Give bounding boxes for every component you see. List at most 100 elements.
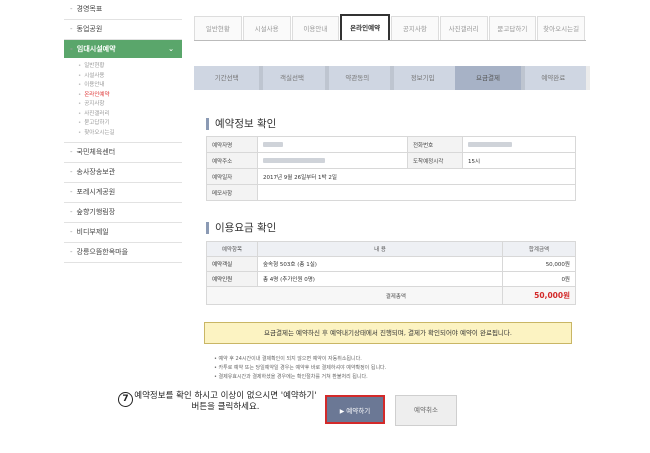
payment-notice: 요금결제는 예약하신 후 예약내기상태에서 진행되며, 결제가 확인되어야 예약… xyxy=(204,322,572,344)
table-row: 예약일자 2017년 9월 26일부터 1박 2일 xyxy=(206,168,576,185)
step-payment: 요금결제 xyxy=(455,66,525,90)
sidebar-item-label: 비디부제일 xyxy=(76,228,109,236)
reservation-info-table: 예약자명 전화번호 예약주소 도착예정시각 15시 예약일자 2017년 9월 … xyxy=(206,136,577,201)
header-content: 내 용 xyxy=(257,241,503,257)
step-complete: 예약완료 xyxy=(521,66,591,90)
redacted-value xyxy=(263,141,283,147)
table-row: 예약인원 총 4명 (추가인원 0명) 0원 xyxy=(206,271,576,287)
list-item: • 결제유효시간과 결제하셨을 경우에는 확인절차를 거쳐 환불처리 됩니다. xyxy=(214,374,368,380)
table-row: 예약주소 도착예정시각 15시 xyxy=(206,152,577,169)
sidebar-item-hanok-village[interactable]: - 강릉으뜸한옥마을 xyxy=(64,243,182,263)
submenu-item-guide[interactable]: • 이용안내 xyxy=(78,81,182,91)
sidebar-item-sports-center[interactable]: - 국민체육센터 xyxy=(64,143,182,163)
row-amount: 0원 xyxy=(502,271,576,287)
sidebar-item-park[interactable]: - 동업공원 xyxy=(64,20,182,40)
label-date: 예약일자 xyxy=(206,168,258,185)
value-phone xyxy=(461,136,577,153)
sidebar-item-label: 숲향기행림장 xyxy=(76,208,116,216)
reserve-button-label: 예약하기 xyxy=(346,407,371,415)
submenu-item-online-reservation[interactable]: • 온라인예약 xyxy=(78,91,182,101)
sidebar-item-storage[interactable]: - 송사장송보관 xyxy=(64,163,182,183)
step-number-badge: 7 xyxy=(118,392,133,407)
submenu-label: 이용안내 xyxy=(84,82,105,88)
fee-info-title: 이용요금 확인 xyxy=(206,222,276,234)
row-label: 예약인원 xyxy=(206,271,258,287)
list-item: • 예약 후 24시간이내 결제확인이 되지 않으면 예약이 자동취소됩니다. xyxy=(214,356,362,362)
submenu-item-notice[interactable]: • 공지사항 xyxy=(78,100,182,110)
main-content: 일반현황 시설사용 이용안내 온라인예약 공지사항 사진갤러리 묻고답하기 찾아… xyxy=(194,0,591,453)
label-arrival: 도착예정시각 xyxy=(406,152,463,169)
submenu-item-qna[interactable]: • 묻고답하기 xyxy=(78,119,182,129)
sidebar-item-forest-walk[interactable]: - 숲향기행림장 xyxy=(64,203,182,223)
total-row: 결제총액 50,000원 xyxy=(206,286,576,305)
total-label: 결제총액 xyxy=(206,286,503,305)
tab-online-reservation[interactable]: 온라인예약 xyxy=(340,14,390,40)
sidebar-submenu: • 일반현황 • 시설사용 • 이용안내 • 온라인예약 • 공지사항 • 사진갤러리 • 묻… xyxy=(64,58,182,143)
list-item: • 카투로 예약 또는 당일예약일 경우는 예약후 바로 결제하셔야 예약확정이… xyxy=(214,365,387,371)
tab-qna[interactable]: 묻고답하기 xyxy=(488,16,537,40)
reservation-steps: 기간선택 객실선택 약관동의 정보기입 요금결제 예약완료 xyxy=(194,66,591,90)
submenu-label: 공지사항 xyxy=(84,101,105,107)
step-info: 정보기입 xyxy=(390,66,460,90)
cancel-button[interactable]: 예약취소 xyxy=(395,395,457,426)
submenu-item-facility[interactable]: • 시설사용 xyxy=(78,72,182,82)
value-name xyxy=(257,136,408,153)
row-content: 숲속형 503호 (총 1실) xyxy=(257,256,503,272)
sidebar-item-label: 임대시설예약 xyxy=(76,45,116,53)
table-row: 메모사항 xyxy=(206,184,576,201)
step-room: 객실선택 xyxy=(259,66,330,90)
sidebar-item-video[interactable]: - 비디부제일 xyxy=(64,223,182,243)
submenu-item-directions[interactable]: • 찾아오시는길 xyxy=(78,129,182,139)
sidebar-item-forest-park[interactable]: - 포레시계공원 xyxy=(64,183,182,203)
tab-gallery[interactable]: 사진갤러리 xyxy=(439,16,488,40)
tab-guide[interactable]: 이용안내 xyxy=(291,16,340,40)
notes-list: • 예약 후 24시간이내 결제확인이 되지 않으면 예약이 자동취소됩니다. … xyxy=(214,355,574,382)
instruction-annotation: 예약정보를 확인 하시고 이상이 없으시면 '예약하기' 버튼을 클릭하세요. xyxy=(134,391,317,412)
step-period: 기간선택 xyxy=(194,66,264,90)
table-header-row: 예약항목 내 용 합계금액 xyxy=(206,241,576,257)
redacted-value xyxy=(263,157,325,163)
sidebar-item-goal[interactable]: - 경영목표 xyxy=(64,0,182,20)
row-amount: 50,000원 xyxy=(502,256,576,272)
fee-table: 예약항목 내 용 합계금액 예약객실 숲속형 503호 (총 1실) 50,00… xyxy=(206,241,576,305)
sidebar-item-label: 포레시계공원 xyxy=(76,188,116,196)
note-text: 예약 후 24시간이내 결제확인이 되지 않으면 예약이 자동취소됩니다. xyxy=(218,356,362,362)
label-name: 예약자명 xyxy=(206,136,258,153)
submenu-item-gallery[interactable]: • 사진갤러리 xyxy=(78,110,182,120)
step-terms: 약관동의 xyxy=(325,66,395,90)
tab-facility[interactable]: 시설사용 xyxy=(242,16,291,40)
chevron-down-icon: ⌄ xyxy=(168,45,174,53)
row-label: 예약객실 xyxy=(206,256,258,272)
redacted-value xyxy=(467,141,512,147)
reserve-button[interactable]: ▶ 예약하기 xyxy=(325,395,385,424)
note-text: 결제유효시간과 결제하셨을 경우에는 확인절차를 거쳐 환불처리 됩니다. xyxy=(218,374,368,380)
submenu-label: 찾아오시는길 xyxy=(84,129,115,136)
submenu-label: 사진갤러리 xyxy=(84,110,110,117)
row-content: 총 4명 (추가인원 0명) xyxy=(257,271,503,287)
submenu-label: 시설사용 xyxy=(84,72,105,79)
table-row: 예약자명 전화번호 xyxy=(206,136,577,153)
table-row: 예약객실 숲속형 503호 (총 1실) 50,000원 xyxy=(206,256,576,272)
header-amount: 합계금액 xyxy=(502,241,576,257)
label-phone: 전화번호 xyxy=(406,136,463,153)
tab-overview[interactable]: 일반현황 xyxy=(194,16,242,40)
sidebar-item-label: 강릉으뜸한옥마을 xyxy=(76,248,129,256)
submenu-label: 온라인예약 xyxy=(84,91,110,98)
submenu-item-overview[interactable]: • 일반현황 xyxy=(78,62,182,72)
tab-directions[interactable]: 찾아오시는길 xyxy=(537,16,585,40)
sidebar-item-label: 경영목표 xyxy=(76,5,103,13)
sidebar-item-label: 국민체육센터 xyxy=(76,148,116,156)
value-date: 2017년 9월 26일부터 1박 2일 xyxy=(257,168,576,185)
value-note xyxy=(257,184,576,201)
sidebar-item-rental-reservation[interactable]: - 임대시설예약 ⌄ xyxy=(64,40,182,58)
note-text: 카투로 예약 또는 당일예약일 경우는 예약후 바로 결제하셔야 예약확정이 됩… xyxy=(218,365,387,371)
submenu-label: 묻고답하기 xyxy=(84,120,110,126)
header-item: 예약항목 xyxy=(206,241,258,257)
sidebar-item-label: 송사장송보관 xyxy=(76,168,116,176)
label-address: 예약주소 xyxy=(206,152,258,169)
tab-notice[interactable]: 공지사항 xyxy=(391,16,439,40)
value-address xyxy=(257,152,408,169)
sidebar-item-label: 동업공원 xyxy=(76,25,103,33)
reservation-info-title: 예약정보 확인 xyxy=(206,118,276,130)
sidebar: - 경영목표 - 동업공원 - 임대시설예약 ⌄ • 일반현황 • 시설사용 • 이용안내 •… xyxy=(64,0,182,453)
